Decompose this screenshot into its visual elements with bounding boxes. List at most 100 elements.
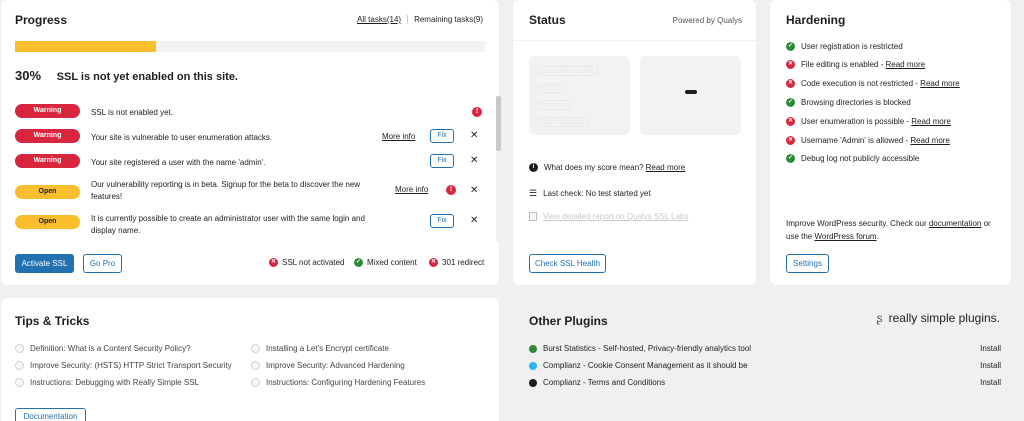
score-question: What does my score mean?: [544, 163, 644, 172]
read-more-link[interactable]: Read more: [920, 79, 960, 88]
check-ssl-health-button[interactable]: Check SSL Health: [529, 254, 606, 273]
task-row: Open It is currently possible to create …: [15, 213, 485, 237]
progress-card: Progress All tasks(14) Remaining tasks(9…: [1, 0, 501, 285]
tip-link[interactable]: Improve Security: (HSTS) HTTP Strict Tra…: [30, 361, 232, 370]
hardening-text: Debug log not publicly accessible: [801, 154, 920, 163]
fix-button[interactable]: Fix: [430, 129, 454, 143]
hardening-item: ✓ Debug log not publicly accessible: [786, 154, 919, 163]
check-icon: ✓: [786, 42, 795, 51]
warning-badge: Warning: [15, 129, 80, 143]
status-card: Status Powered by Qualys Supported ciphe…: [513, 0, 756, 285]
task-list: Warning SSL is not enabled yet. ! Warnin…: [15, 98, 485, 241]
activate-ssl-button[interactable]: Activate SSL: [15, 254, 74, 273]
tip-item[interactable]: Improve Security: (HSTS) HTTP Strict Tra…: [15, 361, 232, 370]
progress-message: SSL is not yet enabled on this site.: [56, 71, 238, 83]
check-icon: ✓: [786, 154, 795, 163]
list-check-icon: ☰: [529, 188, 538, 198]
go-pro-button[interactable]: Go Pro: [83, 254, 122, 273]
task-text: Your site registered a user with the nam…: [91, 158, 266, 167]
plugin-name: Complianz - Cookie Consent Management as…: [543, 361, 748, 370]
read-more-link[interactable]: Read more: [910, 136, 950, 145]
tip-link[interactable]: Instructions: Debugging with Really Simp…: [30, 378, 199, 387]
bullet-icon: [15, 361, 24, 370]
really-simple-plugins-logo: ʂ really simple plugins.: [877, 311, 1000, 325]
indicator-label: Mixed content: [367, 258, 417, 267]
tip-item[interactable]: Definition: What is a Content Security P…: [15, 344, 191, 353]
read-more-link[interactable]: Read more: [646, 163, 686, 172]
dismiss-icon[interactable]: ✕: [470, 155, 478, 166]
wordpress-forum-link[interactable]: WordPress forum: [814, 232, 876, 241]
warning-badge: Warning: [15, 154, 80, 168]
read-more-link[interactable]: Read more: [911, 117, 951, 126]
bullet-icon: [15, 344, 24, 353]
more-info-link[interactable]: More info: [395, 185, 428, 194]
tip-item[interactable]: Improve Security: Advanced Hardening: [251, 361, 405, 370]
dismiss-icon[interactable]: ✕: [470, 130, 478, 141]
check-icon: ✓: [354, 258, 363, 267]
task-text: It is currently possible to create an ad…: [91, 214, 365, 235]
more-info-link[interactable]: More info: [382, 132, 415, 141]
install-link[interactable]: Install: [980, 344, 1001, 353]
read-more-link[interactable]: Read more: [886, 60, 926, 69]
bullet-icon: [15, 378, 24, 387]
scrollbar-thumb[interactable]: [496, 96, 501, 151]
hardening-text: User enumeration is possible -: [801, 117, 912, 126]
tip-item[interactable]: Installing a Let's Encrypt certificate: [251, 344, 389, 353]
other-plugins-section: Other Plugins ʂ really simple plugins. B…: [513, 298, 1024, 421]
hardening-text: File editing is enabled -: [801, 60, 886, 69]
plugin-name: Burst Statistics - Self-hosted, Privacy-…: [543, 344, 752, 353]
error-icon: ✕: [786, 117, 795, 126]
remaining-tasks-link[interactable]: Remaining tasks(9): [408, 15, 483, 24]
grade-placeholder: [685, 90, 697, 94]
last-check-row: ☰ Last check: No test started yet: [529, 188, 651, 199]
warning-badge: Warning: [15, 104, 80, 118]
placeholder-row: Supported cipher: [537, 66, 599, 76]
error-icon: ✕: [786, 60, 795, 69]
documentation-button[interactable]: Documentation: [15, 408, 86, 421]
powered-by: Powered by Qualys: [672, 16, 742, 25]
fix-button[interactable]: Fix: [430, 214, 454, 228]
status-title: Status: [529, 13, 566, 27]
last-check-text: Last check: No test started yet: [543, 189, 651, 198]
brand-text: really simple plugins.: [888, 311, 1000, 325]
task-row: Warning SSL is not enabled yet. !: [15, 101, 485, 121]
tip-item[interactable]: Instructions: Configuring Hardening Feat…: [251, 378, 425, 387]
hardening-footer: Improve WordPress security. Check our do…: [786, 217, 1001, 243]
install-link[interactable]: Install: [980, 378, 1001, 387]
hardening-item: ✕ User enumeration is possible - Read mo…: [786, 117, 951, 126]
redirect-indicator: ✕ 301 redirect: [429, 258, 484, 267]
progress-bar: [15, 41, 485, 52]
view-report-link[interactable]: View detailed report on Qualys SSL Labs: [543, 212, 688, 221]
progress-summary: 30% SSL is not yet enabled on this site.: [15, 68, 238, 83]
tip-item[interactable]: Instructions: Debugging with Really Simp…: [15, 378, 199, 387]
placeholder-row: Protocol: [537, 100, 571, 110]
settings-button[interactable]: Settings: [786, 254, 829, 273]
dismiss-icon[interactable]: ✕: [470, 185, 478, 196]
hardening-text: Browsing directories is blocked: [801, 98, 911, 107]
plugin-name: Complianz - Terms and Conditions: [543, 378, 666, 387]
task-list-scrollbar[interactable]: [496, 96, 501, 242]
hardening-item: ✕ File editing is enabled - Read more: [786, 60, 925, 69]
all-tasks-link[interactable]: All tasks(14): [357, 15, 409, 24]
plugins-title: Other Plugins: [529, 314, 608, 328]
mixed-content-indicator: ✓ Mixed content: [354, 258, 417, 267]
hardening-text: Username 'Admin' is allowed -: [801, 136, 911, 145]
dismiss-icon[interactable]: ✕: [470, 215, 478, 226]
error-icon: ✕: [786, 136, 795, 145]
status-header: Status Powered by Qualys: [513, 0, 756, 41]
install-link[interactable]: Install: [980, 361, 1001, 370]
tips-title: Tips & Tricks: [15, 314, 90, 328]
alert-icon: !: [446, 185, 456, 195]
document-icon: [529, 212, 537, 221]
fix-button[interactable]: Fix: [430, 154, 454, 168]
bullet-icon: [251, 344, 260, 353]
open-badge: Open: [15, 185, 80, 199]
tip-link[interactable]: Improve Security: Advanced Hardening: [266, 361, 405, 370]
task-text: Your site is vulnerable to user enumerat…: [91, 133, 273, 142]
documentation-link[interactable]: documentation: [929, 219, 981, 228]
tip-link[interactable]: Instructions: Configuring Hardening Feat…: [266, 378, 425, 387]
tip-link[interactable]: Definition: What is a Content Security P…: [30, 344, 191, 353]
tip-link[interactable]: Installing a Let's Encrypt certificate: [266, 344, 389, 353]
bullet-icon: [251, 361, 260, 370]
progress-percent: 30%: [15, 68, 42, 83]
